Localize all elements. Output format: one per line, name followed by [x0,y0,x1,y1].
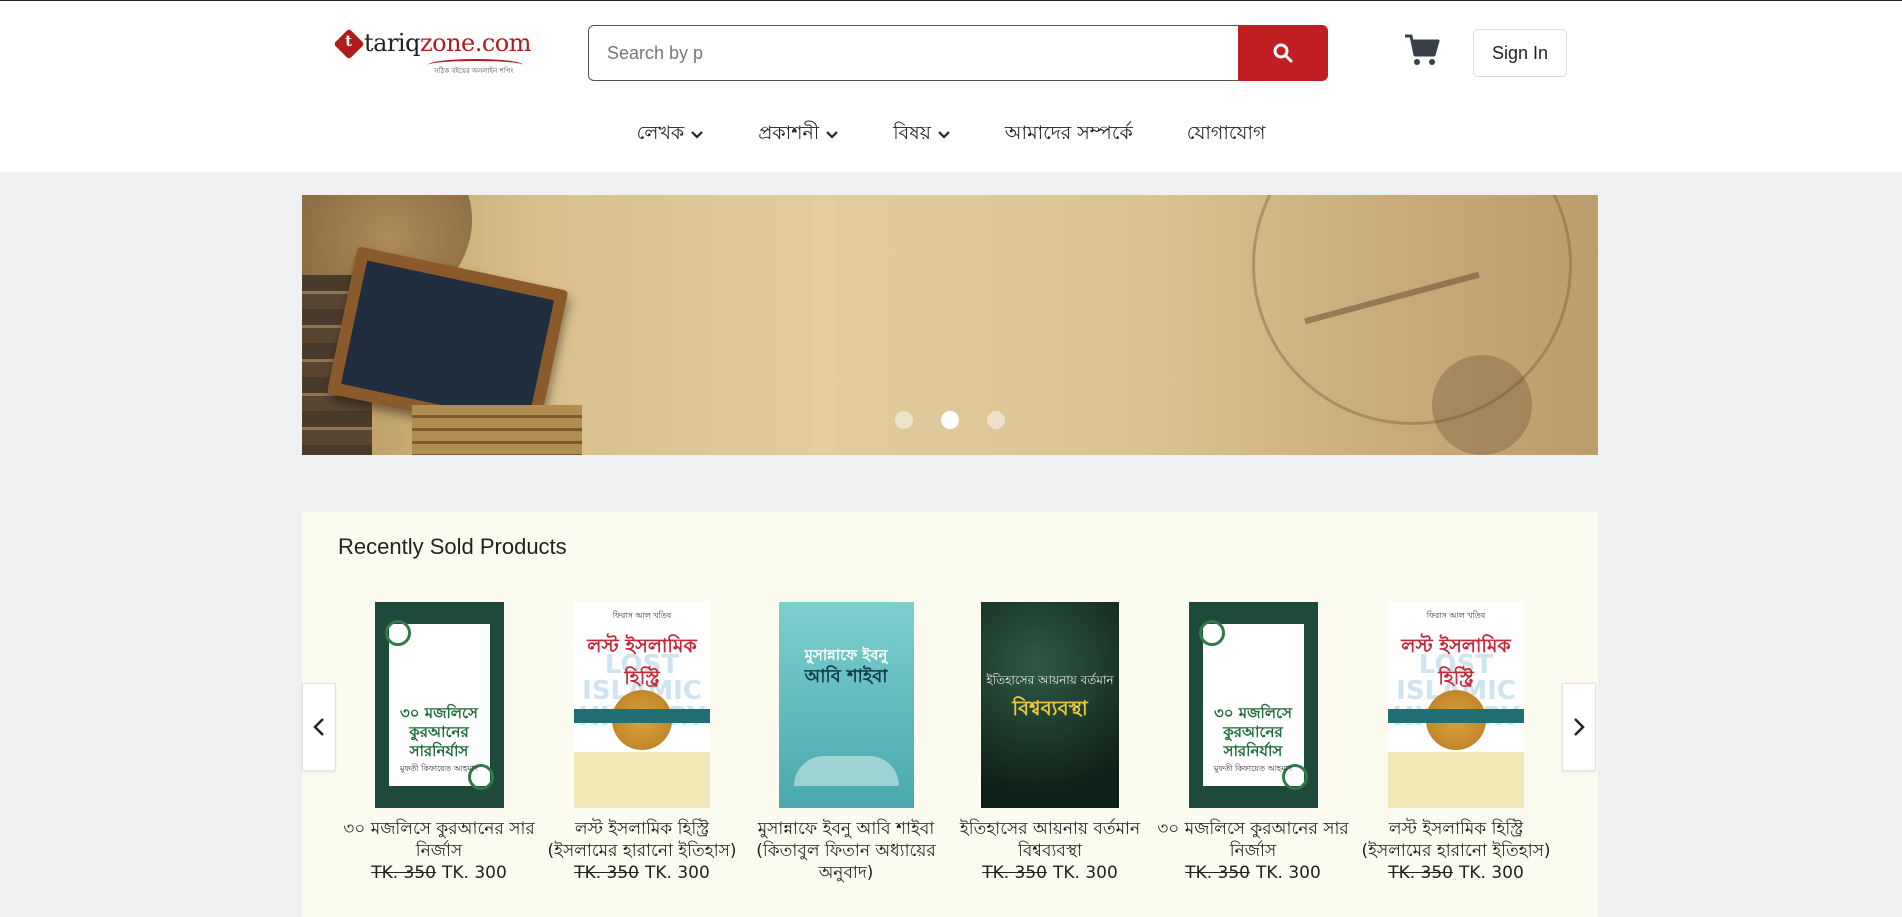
search-bar [588,25,1328,81]
carousel-dot-1[interactable] [895,411,913,429]
old-price: TK. 350 [1388,863,1453,883]
site-header: t tariqzone.com সঠিক বইয়ের অনলাইন শপিং … [0,0,1902,172]
site-logo[interactable]: t tariqzone.com সঠিক বইয়ের অনলাইন শপিং [333,28,532,77]
carousel-prev-button[interactable] [302,683,336,771]
book-cover: ফিরাস আল খতিব LOST ISLAMIC HISTORY লস্ট … [1388,602,1524,808]
product-title: লস্ট ইসলামিক হিস্ট্রি (ইসলামের হারানো ইত… [547,819,737,861]
current-price: TK. 300 [645,863,710,883]
carousel-dot-2[interactable] [941,411,959,429]
book-cover: ইতিহাসের আয়নায় বর্তমান বিশ্বব্যবস্থা [981,602,1119,808]
old-price: TK. 350 [1185,863,1250,883]
old-price: TK. 350 [371,863,436,883]
search-button[interactable] [1238,25,1328,81]
product-card[interactable]: ৩০ মজলিসে কুরআনের সারনির্যাস মুফতী কিফায… [339,602,539,884]
product-price: TK. 350 TK. 300 [542,862,742,884]
product-price: TK. 350 TK. 300 [1153,862,1353,884]
product-price: TK. 350 TK. 300 [1356,862,1556,884]
section-title: Recently Sold Products [338,534,567,559]
search-icon [1273,43,1293,63]
chevron-down-icon [938,131,950,139]
book-cover: মুসান্নাফে ইবনু আবি শাইবা [778,602,914,808]
product-card[interactable]: ৩০ মজলিসে কুরআনের সারনির্যাস মুফতী কিফায… [1153,602,1353,884]
book-cover: ৩০ মজলিসে কুরআনের সারনির্যাস মুফতী কিফায… [374,602,504,808]
carousel-next-button[interactable] [1562,683,1596,771]
book-cover: ফিরাস আল খতিব LOST ISLAMIC HISTORY লস্ট … [574,602,710,808]
current-price: TK. 300 [1053,863,1118,883]
carousel-dots [302,411,1598,429]
cart-button[interactable] [1404,33,1440,67]
product-title: ৩০ মজলিসে কুরআনের সার নির্জাস [343,819,535,861]
banner-shadow [1432,355,1532,455]
nav-item-about[interactable]: আমাদের সম্পর্কে [978,119,1160,151]
product-title: ৩০ মজলিসে কুরআনের সার নির্জাস [1157,819,1349,861]
product-card[interactable]: ফিরাস আল খতিব LOST ISLAMIC HISTORY লস্ট … [542,602,742,884]
hero-banner[interactable] [302,195,1598,455]
chevron-left-icon [313,718,324,736]
main-nav: লেখক প্রকাশনী বিষয় আমাদের সম্পর্কে যোগা… [0,119,1902,151]
nav-item-publisher[interactable]: প্রকাশনী [731,119,866,151]
sign-in-button[interactable]: Sign In [1473,29,1567,77]
nav-item-subject[interactable]: বিষয় [866,119,978,151]
cart-icon [1405,34,1440,65]
product-card[interactable]: ফিরাস আল খতিব LOST ISLAMIC HISTORY লস্ট … [1356,602,1556,884]
logo-tagline: সঠিক বইয়ের অনলাইন শপিং [434,67,514,75]
carousel-dot-3[interactable] [987,411,1005,429]
product-title: লস্ট ইসলামিক হিস্ট্রি (ইসলামের হারানো ইত… [1361,819,1551,861]
logo-mark-icon: t [333,28,365,60]
product-card[interactable]: ইতিহাসের আয়নায় বর্তমান বিশ্বব্যবস্থা ই… [950,602,1150,884]
search-input[interactable] [588,25,1238,81]
current-price: TK. 300 [1256,863,1321,883]
current-price: TK. 300 [1459,863,1524,883]
old-price: TK. 350 [574,863,639,883]
logo-text: tariqzone.com [364,29,532,57]
current-price: TK. 300 [442,863,507,883]
product-title: মুসান্নাফে ইবনু আবি শাইবা (কিতাবুল ফিতান… [756,819,936,883]
recently-sold-section: Recently Sold Products ৩০ মজলিসে কুরআনের… [302,512,1598,917]
chevron-down-icon [691,131,703,139]
product-price: TK. 350 TK. 300 [950,862,1150,884]
product-card[interactable]: মুসান্নাফে ইবনু আবি শাইবা মুসান্নাফে ইবন… [746,602,946,884]
product-price: TK. 350 TK. 300 [339,862,539,884]
old-price: TK. 350 [982,863,1047,883]
product-title: ইতিহাসের আয়নায় বর্তমান বিশ্বব্যবস্থা [959,819,1141,861]
book-cover: ৩০ মজলিসে কুরআনের সারনির্যাস মুফতী কিফায… [1188,602,1318,808]
nav-item-contact[interactable]: যোগাযোগ [1160,119,1293,151]
nav-item-writer[interactable]: লেখক [610,119,732,151]
chevron-right-icon [1574,718,1585,736]
chevron-down-icon [826,131,839,139]
